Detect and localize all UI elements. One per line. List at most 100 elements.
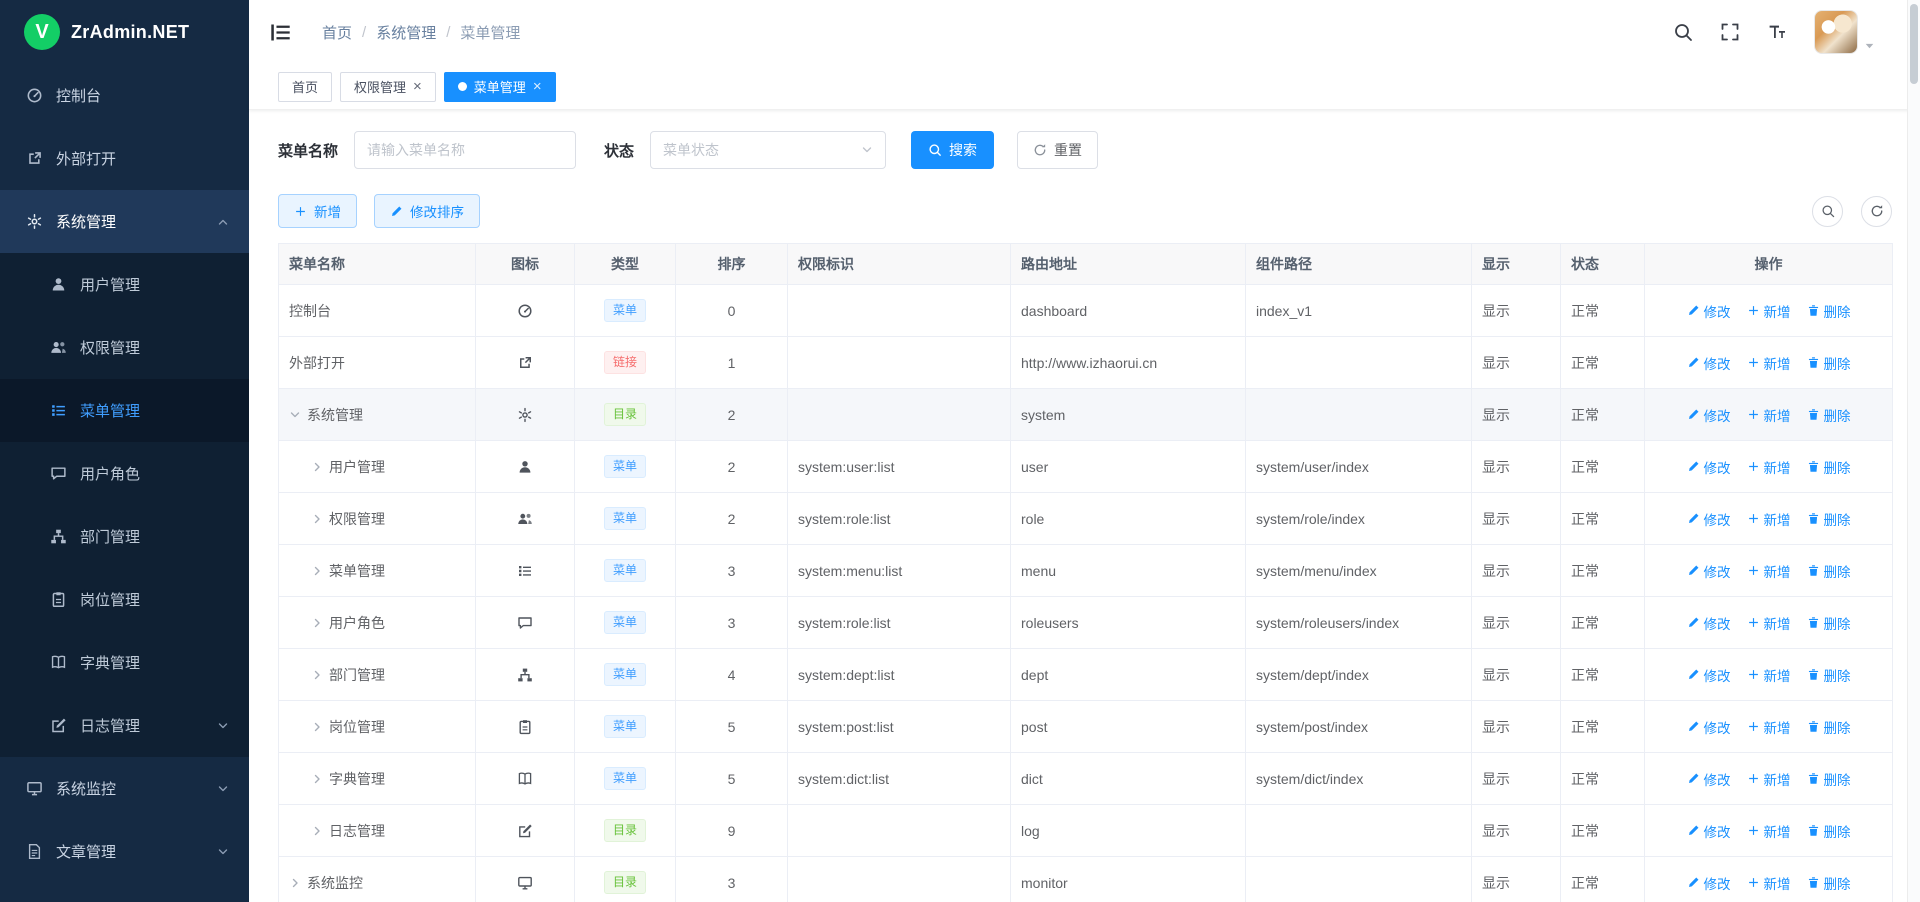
- add-action[interactable]: 新增: [1747, 405, 1791, 425]
- hamburger-icon[interactable]: [269, 21, 292, 44]
- edit-action[interactable]: 修改: [1687, 561, 1731, 581]
- pencil-icon: [1687, 772, 1700, 785]
- chevron-right-icon[interactable]: [311, 721, 329, 733]
- route-value: dept: [1011, 649, 1246, 701]
- delete-action[interactable]: 删除: [1807, 405, 1851, 425]
- sidebar-item-post-admin[interactable]: 岗位管理: [0, 568, 249, 631]
- refresh-circle-button[interactable]: [1861, 196, 1892, 227]
- add-action[interactable]: 新增: [1747, 353, 1791, 373]
- add-action[interactable]: 新增: [1747, 561, 1791, 581]
- sidebar-item-dict-admin[interactable]: 字典管理: [0, 631, 249, 694]
- delete-action[interactable]: 删除: [1807, 509, 1851, 529]
- scrollbar-thumb[interactable]: [1910, 4, 1918, 84]
- chevron-right-icon[interactable]: [311, 565, 329, 577]
- edit-action[interactable]: 修改: [1687, 873, 1731, 893]
- menu-list-icon: [517, 563, 533, 579]
- page-scrollbar[interactable]: [1907, 0, 1920, 902]
- edit-action[interactable]: 修改: [1687, 613, 1731, 633]
- add-action[interactable]: 新增: [1747, 769, 1791, 789]
- edit-action[interactable]: 修改: [1687, 301, 1731, 321]
- delete-action[interactable]: 删除: [1807, 821, 1851, 841]
- sidebar-item-dept-admin[interactable]: 部门管理: [0, 505, 249, 568]
- dict-icon: [517, 771, 533, 787]
- delete-action[interactable]: 删除: [1807, 613, 1851, 633]
- edit-action[interactable]: 修改: [1687, 509, 1731, 529]
- delete-action[interactable]: 删除: [1807, 665, 1851, 685]
- tab-home[interactable]: 首页: [278, 72, 332, 102]
- chat-icon: [517, 615, 533, 631]
- add-button[interactable]: 新增: [278, 194, 357, 228]
- sidebar-item-article-admin[interactable]: 文章管理: [0, 820, 249, 883]
- add-action[interactable]: 新增: [1747, 613, 1791, 633]
- sidebar-item-user-admin[interactable]: 用户管理: [0, 253, 249, 316]
- sidebar-item-dashboard[interactable]: 控制台: [0, 64, 249, 127]
- visible-value: 显示: [1472, 337, 1561, 389]
- edit-action[interactable]: 修改: [1687, 665, 1731, 685]
- sidebar-item-log-admin[interactable]: 日志管理: [0, 694, 249, 757]
- menu-name: 岗位管理: [329, 717, 385, 737]
- fullscreen-icon[interactable]: [1720, 22, 1740, 42]
- add-action[interactable]: 新增: [1747, 509, 1791, 529]
- sidebar-item-external-open[interactable]: 外部打开: [0, 127, 249, 190]
- search-circle-button[interactable]: [1812, 196, 1843, 227]
- delete-action[interactable]: 删除: [1807, 561, 1851, 581]
- navbar-right: [1673, 10, 1876, 54]
- edit-action[interactable]: 修改: [1687, 353, 1731, 373]
- chevron-right-icon[interactable]: [311, 513, 329, 525]
- app-logo[interactable]: V ZrAdmin.NET: [0, 0, 249, 64]
- close-icon[interactable]: ×: [413, 79, 422, 94]
- delete-action[interactable]: 删除: [1807, 301, 1851, 321]
- modify-sort-button[interactable]: 修改排序: [374, 194, 480, 228]
- edit-action[interactable]: 修改: [1687, 457, 1731, 477]
- edit-action[interactable]: 修改: [1687, 717, 1731, 737]
- user-menu[interactable]: [1814, 10, 1876, 54]
- tab-menu[interactable]: 菜单管理×: [444, 72, 556, 102]
- chevron-down-icon[interactable]: [289, 409, 307, 421]
- menu-name: 系统监控: [307, 873, 363, 893]
- sidebar-item-user-role[interactable]: 用户角色: [0, 442, 249, 505]
- chevron-right-icon[interactable]: [311, 669, 329, 681]
- search-icon[interactable]: [1673, 22, 1693, 42]
- sidebar-item-menu-admin[interactable]: 菜单管理: [0, 379, 249, 442]
- chevron-right-icon[interactable]: [311, 617, 329, 629]
- add-action[interactable]: 新增: [1747, 821, 1791, 841]
- breadcrumb-item[interactable]: 系统管理: [376, 22, 436, 43]
- breadcrumb-item[interactable]: 首页: [322, 22, 352, 43]
- menu-name-input[interactable]: [354, 131, 576, 169]
- table-row: 权限管理菜单2system:role:listrolesystem/role/i…: [279, 493, 1893, 545]
- add-action[interactable]: 新增: [1747, 665, 1791, 685]
- chevron-right-icon[interactable]: [311, 773, 329, 785]
- avatar[interactable]: [1814, 10, 1858, 54]
- add-action[interactable]: 新增: [1747, 301, 1791, 321]
- delete-action[interactable]: 删除: [1807, 717, 1851, 737]
- status-value: 正常: [1561, 545, 1645, 597]
- add-action[interactable]: 新增: [1747, 717, 1791, 737]
- font-size-icon[interactable]: [1767, 22, 1787, 42]
- delete-action[interactable]: 删除: [1807, 769, 1851, 789]
- edit-action[interactable]: 修改: [1687, 769, 1731, 789]
- delete-action[interactable]: 删除: [1807, 353, 1851, 373]
- sidebar-item-system-admin[interactable]: 系统管理: [0, 190, 249, 253]
- edit-action[interactable]: 修改: [1687, 821, 1731, 841]
- add-action[interactable]: 新增: [1747, 873, 1791, 893]
- app-title: ZrAdmin.NET: [71, 22, 189, 43]
- sidebar-item-system-monitor[interactable]: 系统监控: [0, 757, 249, 820]
- chevron-right-icon[interactable]: [289, 877, 307, 889]
- delete-action[interactable]: 删除: [1807, 873, 1851, 893]
- sidebar-item-role-admin[interactable]: 权限管理: [0, 316, 249, 379]
- route-value: dict: [1011, 753, 1246, 805]
- tab-role[interactable]: 权限管理×: [340, 72, 436, 102]
- chevron-down-icon[interactable]: [1863, 39, 1876, 52]
- close-icon[interactable]: ×: [533, 79, 542, 94]
- users-icon: [517, 511, 533, 527]
- menu-name: 日志管理: [329, 821, 385, 841]
- search-button[interactable]: 搜索: [911, 131, 994, 169]
- chevron-right-icon[interactable]: [311, 825, 329, 837]
- reset-button[interactable]: 重置: [1017, 131, 1098, 169]
- delete-action[interactable]: 删除: [1807, 457, 1851, 477]
- sidebar-item-label: 系统管理: [56, 211, 204, 232]
- edit-action[interactable]: 修改: [1687, 405, 1731, 425]
- add-action[interactable]: 新增: [1747, 457, 1791, 477]
- status-select[interactable]: 菜单状态: [650, 131, 886, 169]
- chevron-right-icon[interactable]: [311, 461, 329, 473]
